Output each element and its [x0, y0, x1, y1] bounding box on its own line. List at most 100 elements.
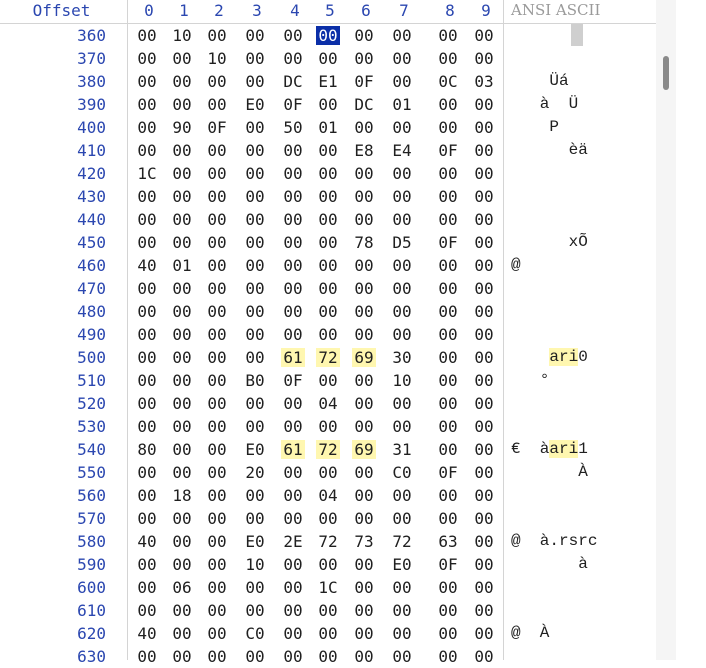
- hex-byte[interactable]: 00: [135, 72, 159, 91]
- hex-byte[interactable]: 00: [135, 210, 159, 229]
- hex-byte[interactable]: 00: [135, 371, 159, 390]
- hex-byte[interactable]: 0C: [436, 72, 460, 91]
- hex-byte[interactable]: 00: [352, 394, 376, 413]
- hex-byte[interactable]: 00: [352, 256, 376, 275]
- hex-byte[interactable]: E8: [352, 141, 376, 160]
- hex-byte[interactable]: 00: [352, 118, 376, 137]
- hex-byte[interactable]: 00: [135, 26, 159, 45]
- ascii-text[interactable]: à Ü: [511, 95, 578, 113]
- hex-byte[interactable]: 00: [390, 486, 414, 505]
- hex-byte[interactable]: 00: [205, 348, 229, 367]
- hex-byte[interactable]: 18: [170, 486, 194, 505]
- hex-byte[interactable]: 00: [472, 325, 496, 344]
- hex-byte[interactable]: 00: [243, 49, 267, 68]
- hex-byte[interactable]: 0F: [281, 95, 305, 114]
- hex-byte[interactable]: 00: [390, 325, 414, 344]
- hex-byte[interactable]: 78: [352, 233, 376, 252]
- hex-byte[interactable]: 00: [243, 118, 267, 137]
- hex-byte[interactable]: 00: [316, 302, 340, 321]
- hex-byte[interactable]: 00: [135, 325, 159, 344]
- ascii-text[interactable]: € àari1: [511, 440, 588, 458]
- hex-byte[interactable]: 00: [390, 187, 414, 206]
- hex-byte[interactable]: 00: [436, 394, 460, 413]
- hex-byte[interactable]: 00: [205, 486, 229, 505]
- hex-byte[interactable]: 00: [472, 210, 496, 229]
- hex-byte[interactable]: 00: [436, 647, 460, 666]
- hex-byte[interactable]: 00: [281, 509, 305, 528]
- hex-byte[interactable]: 00: [352, 486, 376, 505]
- hex-byte[interactable]: 00: [243, 302, 267, 321]
- hex-byte[interactable]: 00: [436, 256, 460, 275]
- hex-byte[interactable]: 00: [436, 348, 460, 367]
- hex-byte[interactable]: 30: [390, 348, 414, 367]
- hex-byte[interactable]: 0F: [205, 118, 229, 137]
- hex-byte[interactable]: 00: [135, 187, 159, 206]
- hex-byte[interactable]: 00: [243, 279, 267, 298]
- hex-byte[interactable]: 00: [170, 555, 194, 574]
- hex-byte[interactable]: 00: [281, 187, 305, 206]
- hex-byte[interactable]: 00: [205, 164, 229, 183]
- hex-byte[interactable]: 00: [316, 463, 340, 482]
- hex-byte[interactable]: E1: [316, 72, 340, 91]
- hex-byte[interactable]: 00: [205, 187, 229, 206]
- hex-byte[interactable]: 00: [243, 26, 267, 45]
- hex-byte[interactable]: 00: [205, 394, 229, 413]
- hex-byte[interactable]: 90: [170, 118, 194, 137]
- hex-byte[interactable]: 20: [243, 463, 267, 482]
- hex-byte[interactable]: E4: [390, 141, 414, 160]
- hex-byte[interactable]: 00: [472, 26, 496, 45]
- hex-byte[interactable]: 00: [243, 509, 267, 528]
- hex-byte[interactable]: 00: [472, 417, 496, 436]
- hex-byte[interactable]: 00: [170, 95, 194, 114]
- hex-byte[interactable]: 50: [281, 118, 305, 137]
- hex-byte[interactable]: 00: [205, 72, 229, 91]
- hex-byte[interactable]: 00: [352, 463, 376, 482]
- hex-byte[interactable]: 00: [390, 647, 414, 666]
- hex-byte[interactable]: 00: [170, 233, 194, 252]
- hex-byte[interactable]: 00: [472, 578, 496, 597]
- hex-byte[interactable]: 00: [243, 256, 267, 275]
- hex-byte[interactable]: 00: [316, 371, 340, 390]
- hex-byte[interactable]: 00: [170, 141, 194, 160]
- hex-byte[interactable]: 00: [243, 141, 267, 160]
- hex-byte[interactable]: 00: [316, 647, 340, 666]
- hex-byte[interactable]: 0F: [436, 555, 460, 574]
- hex-byte[interactable]: 00: [281, 279, 305, 298]
- hex-byte[interactable]: 00: [281, 555, 305, 574]
- hex-byte[interactable]: 00: [390, 118, 414, 137]
- hex-byte[interactable]: 00: [472, 647, 496, 666]
- hex-byte[interactable]: 00: [352, 302, 376, 321]
- hex-editor[interactable]: Offset 0123456789 ANSI ASCII 360 00 10 00 00…: [0, 0, 706, 666]
- hex-byte[interactable]: 10: [243, 555, 267, 574]
- hex-byte[interactable]: 00: [390, 49, 414, 68]
- hex-byte[interactable]: 00: [316, 95, 340, 114]
- hex-byte[interactable]: 00: [170, 647, 194, 666]
- hex-byte[interactable]: 00: [390, 26, 414, 45]
- hex-byte[interactable]: 01: [390, 95, 414, 114]
- hex-byte[interactable]: 00: [436, 578, 460, 597]
- hex-byte[interactable]: 00: [170, 371, 194, 390]
- hex-byte[interactable]: 00: [352, 624, 376, 643]
- hex-byte[interactable]: 00: [390, 601, 414, 620]
- hex-byte[interactable]: 00: [135, 601, 159, 620]
- hex-byte[interactable]: E0: [243, 440, 267, 459]
- hex-byte[interactable]: 00: [316, 417, 340, 436]
- hex-byte[interactable]: 0F: [436, 141, 460, 160]
- hex-byte[interactable]: D5: [390, 233, 414, 252]
- hex-byte[interactable]: 00: [436, 371, 460, 390]
- hex-byte[interactable]: 40: [135, 256, 159, 275]
- hex-byte[interactable]: 00: [436, 440, 460, 459]
- ascii-text[interactable]: À: [511, 463, 588, 481]
- hex-byte[interactable]: 00: [281, 417, 305, 436]
- hex-byte[interactable]: 00: [472, 371, 496, 390]
- hex-byte[interactable]: 00: [316, 624, 340, 643]
- hex-byte[interactable]: 00: [281, 394, 305, 413]
- hex-byte[interactable]: E0: [390, 555, 414, 574]
- hex-byte[interactable]: C0: [243, 624, 267, 643]
- hex-byte[interactable]: 00: [281, 601, 305, 620]
- hex-byte[interactable]: 00: [135, 118, 159, 137]
- hex-byte[interactable]: 00: [135, 348, 159, 367]
- ascii-text[interactable]: °: [511, 371, 550, 389]
- hex-byte[interactable]: 00: [281, 49, 305, 68]
- hex-byte[interactable]: 00: [205, 210, 229, 229]
